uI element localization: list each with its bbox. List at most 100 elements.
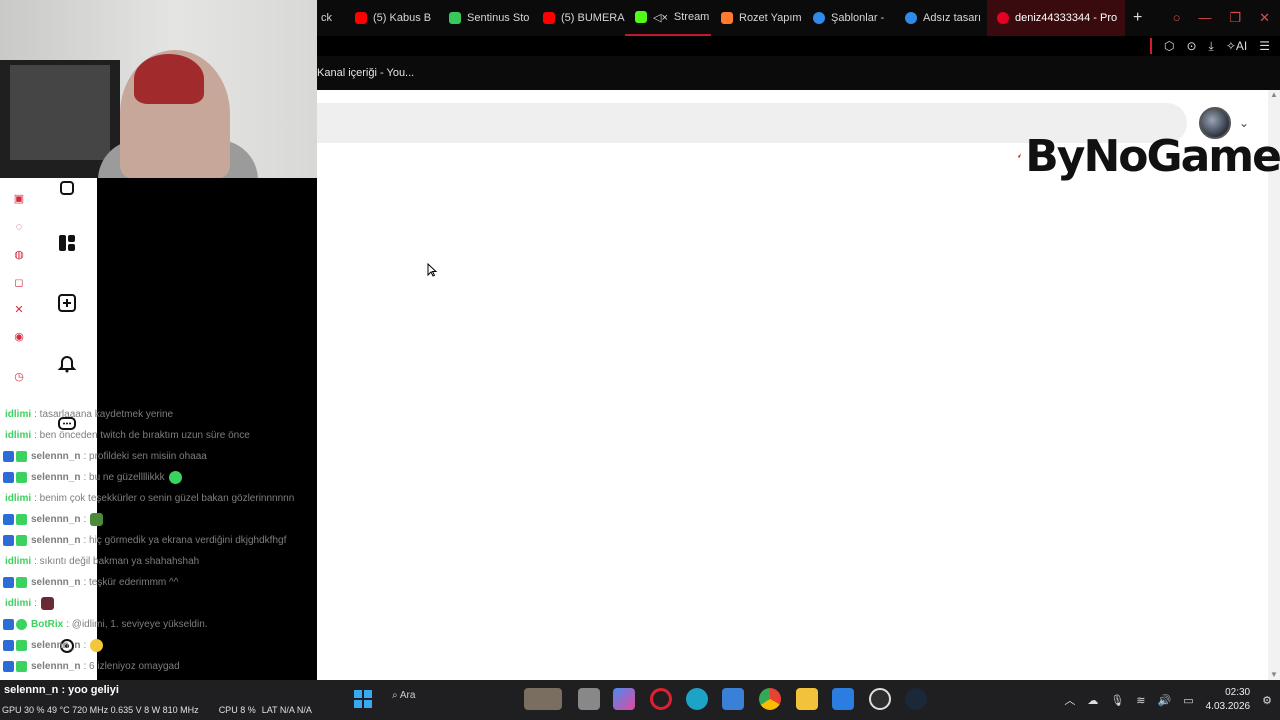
- vip-badge-icon: [16, 534, 27, 546]
- clock[interactable]: 02:30 4.03.2026: [1206, 686, 1251, 714]
- window-controls: ○ — ❐ ✕: [1173, 10, 1280, 26]
- chat-message: selennn_n : bu ne güzellllikkk: [0, 468, 182, 486]
- notifications-bell-icon[interactable]: [57, 353, 77, 373]
- messenger-icon[interactable]: ◌: [12, 220, 26, 234]
- scroll-up-icon[interactable]: ▲: [1270, 90, 1278, 99]
- tab-4[interactable]: ◁× Stream -: [625, 0, 711, 36]
- chat-text: : tasarlaaana kaydetmek yerine: [34, 408, 174, 420]
- chat-username: idlimi: [5, 492, 32, 504]
- scroll-down-icon[interactable]: ▼: [1270, 670, 1278, 679]
- ai-button[interactable]: ✧AI: [1226, 39, 1247, 53]
- copilot-icon[interactable]: [613, 688, 635, 710]
- tab-label: Stream -: [673, 11, 711, 23]
- chat-text: : benim çok teşekkürler o senin güzel ba…: [34, 492, 295, 504]
- chrome-icon[interactable]: [759, 688, 781, 710]
- vip-badge-icon: [16, 513, 27, 525]
- menu-icon[interactable]: ☰: [1259, 39, 1270, 53]
- app-icon[interactable]: [869, 688, 891, 710]
- chat-badges: [3, 660, 27, 672]
- animal-widget-icon[interactable]: [524, 688, 562, 710]
- task-view-icon[interactable]: [578, 688, 600, 710]
- edge-icon[interactable]: [686, 688, 708, 710]
- youtube-icon: [543, 12, 555, 24]
- sub-badge-icon: [3, 450, 14, 462]
- chat-badges: [3, 534, 27, 546]
- taskbar-search[interactable]: ⌕ Ara: [392, 690, 415, 701]
- webcam-person-hat: [134, 54, 204, 104]
- wifi-icon[interactable]: ≋: [1136, 694, 1145, 707]
- store-icon[interactable]: [722, 688, 744, 710]
- sub-badge-icon: [3, 618, 14, 630]
- download-icon[interactable]: ⤓: [1209, 39, 1214, 54]
- rozet-icon: [721, 12, 733, 24]
- tab-label: Adsız tasarı: [923, 12, 982, 24]
- image-emote-icon: [40, 596, 54, 610]
- logo-text: ByNoGame: [1025, 130, 1280, 182]
- snapshot-icon[interactable]: ⊙: [1186, 39, 1196, 53]
- windows-start-icon[interactable]: [352, 688, 374, 710]
- close-button[interactable]: ✕: [1259, 10, 1270, 26]
- battery-icon[interactable]: ▭: [1183, 694, 1193, 707]
- extensions-icon[interactable]: ⬡: [1164, 39, 1174, 53]
- chat-text: : 6 izleniyoz omaygad: [83, 660, 180, 672]
- kick-icon: [635, 11, 647, 23]
- opera-icon[interactable]: [650, 688, 672, 710]
- webcam-feed: [0, 0, 317, 178]
- discord-icon[interactable]: ◉: [12, 330, 26, 344]
- minimize-button[interactable]: —: [1198, 10, 1211, 26]
- tab-label: (5) Kabus B: [373, 12, 432, 24]
- chevron-up-icon[interactable]: ︿: [1064, 692, 1075, 708]
- microphone-icon[interactable]: 🎙: [1110, 694, 1124, 707]
- ai-label: AI: [1235, 39, 1248, 53]
- chat-username: idlimi: [5, 555, 32, 567]
- chat-text: : teşkür ederimmm ^^: [83, 576, 179, 588]
- chat-text: : ben önceden twitch de bıraktım uzun sü…: [34, 429, 250, 441]
- volume-icon[interactable]: 🔊: [1158, 694, 1172, 707]
- chat-text: :: [83, 513, 87, 525]
- file-explorer-icon[interactable]: [796, 688, 818, 710]
- notifications-icon[interactable]: ⚙: [1262, 694, 1272, 707]
- tab-8-active[interactable]: deniz44333344 - Pro: [987, 0, 1125, 36]
- new-tab-button[interactable]: +: [1125, 9, 1150, 27]
- chat-message: idlimi : sıkıntı değil bakman ya shahahs…: [0, 552, 199, 570]
- tab-6[interactable]: Şablonlar -: [803, 0, 895, 36]
- mail-icon[interactable]: [832, 688, 854, 710]
- chat-message: selennn_n :: [0, 636, 104, 654]
- steam-icon[interactable]: [905, 688, 927, 710]
- tab-7[interactable]: Adsız tasarı: [895, 0, 987, 36]
- tab-2[interactable]: Sentinus Sto: [439, 0, 533, 36]
- twitch-icon[interactable]: ▣: [12, 192, 26, 206]
- chat-text: : sıkıntı değil bakman ya shahahshah: [34, 555, 200, 567]
- bookmark-item[interactable]: Kanal içeriği - You...: [317, 67, 414, 79]
- chat-username: idlimi: [5, 429, 32, 441]
- whatsapp-icon[interactable]: ◍: [12, 248, 26, 262]
- chat-message: BotRix : @idlimi, 1. seviyeye yükseldin.: [0, 615, 208, 633]
- chat-username: selennn_n: [31, 660, 81, 672]
- tab-5[interactable]: Rozet Yapım: [711, 0, 803, 36]
- search-tabs-icon[interactable]: ○: [1173, 10, 1181, 26]
- chat-message: selennn_n :: [0, 510, 104, 528]
- chat-username: idlimi: [5, 597, 32, 609]
- chat-message: idlimi :: [0, 594, 54, 612]
- green-heart-emote-icon: [168, 470, 182, 484]
- vip-badge-icon: [16, 576, 27, 588]
- instagram-icon[interactable]: ◻: [12, 276, 26, 290]
- maximize-button[interactable]: ❐: [1229, 10, 1241, 26]
- tab-0[interactable]: ck: [317, 0, 345, 36]
- home-icon[interactable]: [57, 178, 77, 198]
- logo-mark-icon: [1018, 153, 1021, 159]
- tab-1[interactable]: (5) Kabus B: [345, 0, 439, 36]
- chat-message: idlimi : ben önceden twitch de bıraktım …: [0, 426, 250, 444]
- latency-stats: LAT N/A N/A: [261, 705, 312, 715]
- explore-icon[interactable]: [57, 233, 77, 253]
- x-icon[interactable]: ✕: [12, 303, 26, 317]
- cloud-icon[interactable]: ☁: [1087, 694, 1098, 707]
- tab-3[interactable]: (5) BUMERA: [533, 0, 625, 36]
- vip-badge-icon: [16, 450, 27, 462]
- history-icon[interactable]: ◷: [12, 370, 26, 384]
- create-icon[interactable]: [57, 293, 77, 313]
- chat-message: selennn_n : teşkür ederimmm ^^: [0, 573, 178, 591]
- system-tray: ︿ ☁ 🎙 ≋ 🔊 ▭ 02:30 4.03.2026 ⚙: [1064, 680, 1272, 720]
- chat-username: selennn_n: [31, 534, 81, 546]
- chat-badges: [3, 471, 27, 483]
